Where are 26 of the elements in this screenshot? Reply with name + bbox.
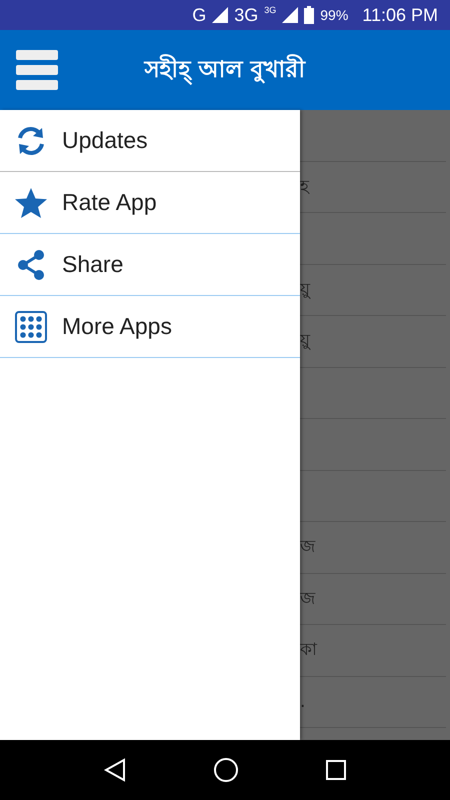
battery-icon <box>304 6 314 24</box>
list-item-text: য়ু <box>300 330 310 354</box>
star-icon <box>14 186 48 220</box>
menu-button[interactable] <box>16 50 58 90</box>
recents-icon[interactable] <box>325 759 347 781</box>
clock: 11:06 PM <box>362 4 438 26</box>
home-icon[interactable] <box>213 757 239 783</box>
app-title: সহীহ্ আল বুখারী <box>144 56 306 82</box>
list-item-text: জ <box>300 588 315 611</box>
drawer-item[interactable]: Updates <box>0 110 300 172</box>
battery-percent: 99% <box>320 7 348 23</box>
signal-icon <box>282 7 298 23</box>
network-label: G <box>192 4 206 26</box>
network-label: 3G <box>234 4 258 26</box>
network-label: 3G <box>264 5 276 15</box>
drawer-item[interactable]: Rate App <box>0 172 300 234</box>
signal-icon <box>212 7 228 23</box>
drawer-item[interactable]: More Apps <box>0 296 300 358</box>
list-item-text: কা <box>300 639 317 662</box>
drawer-item[interactable]: Share <box>0 234 300 296</box>
list-item-text: হ <box>300 176 309 199</box>
list-item-text: . <box>300 692 306 712</box>
list-item-text: জ <box>300 536 315 560</box>
list-item-text: য়ু <box>300 278 310 302</box>
back-icon[interactable] <box>103 758 127 782</box>
apps-grid-icon <box>14 310 48 344</box>
